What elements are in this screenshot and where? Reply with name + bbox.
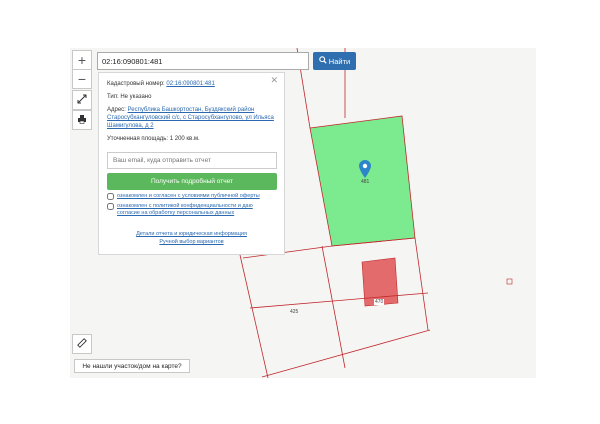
privacy-consent-label[interactable]: ознакомлен с политикой конфиденциальност… (117, 203, 276, 217)
email-field[interactable] (107, 152, 277, 169)
parcel-info-popup: ✕ Кадастровый номер: 02:16:090801:481 Ти… (98, 72, 285, 255)
area-label: Уточненная площадь: (107, 136, 169, 142)
area-value: 1 200 кв.м. (169, 136, 200, 142)
type-row: Тип: Не указано (107, 93, 276, 101)
cadastral-link[interactable]: 02:16:090801:481 (166, 81, 214, 87)
small-parcel[interactable] (506, 278, 513, 285)
privacy-checkbox[interactable] (107, 203, 114, 210)
location-pin-icon[interactable] (359, 160, 371, 183)
search-button[interactable]: Найти (313, 52, 356, 70)
search-icon (319, 56, 327, 66)
printer-icon (77, 114, 87, 127)
cadastral-row: Кадастровый номер: 02:16:090801:481 (107, 80, 276, 88)
type-label: Тип: (107, 94, 119, 100)
address-label: Адрес: (107, 107, 126, 113)
search-button-label: Найти (328, 56, 351, 66)
offer-checkbox[interactable] (107, 193, 114, 200)
manual-choice-link[interactable]: Ручной выбор вариантов (159, 239, 223, 245)
address-row: Адрес: Республика Башкортостан, Буздякск… (107, 106, 276, 130)
ruler-icon (77, 337, 87, 351)
privacy-consent[interactable]: ознакомлен с политикой конфиденциальност… (107, 203, 276, 217)
report-details-link[interactable]: Детали отчета и юридическая информация (136, 231, 247, 237)
ruler-button[interactable] (72, 334, 92, 354)
close-icon[interactable]: ✕ (270, 76, 278, 85)
type-value: Не указано (120, 94, 152, 100)
zoom-out-button[interactable]: − (72, 69, 92, 89)
address-link[interactable]: Республика Башкортостан, Буздякский райо… (107, 107, 274, 129)
zoom-in-button[interactable]: + (72, 50, 92, 70)
offer-consent[interactable]: ознакомлен и согласен с условиями публич… (107, 193, 276, 200)
area-row: Уточненная площадь: 1 200 кв.м. (107, 135, 276, 143)
expand-icon (77, 94, 87, 107)
cadastral-label: Кадастровый номер: (107, 81, 165, 87)
cadastral-search-input[interactable] (97, 52, 309, 70)
popup-footer-links: Детали отчета и юридическая информация Р… (107, 230, 276, 246)
parcel-number-425: 425 (290, 309, 299, 315)
print-button[interactable] (72, 110, 92, 130)
get-report-button[interactable]: Получить подробный отчет (107, 173, 277, 190)
offer-consent-label[interactable]: ознакомлен и согласен с условиями публич… (117, 193, 260, 200)
not-found-button[interactable]: Не нашли участок/дом на карте? (74, 359, 190, 373)
fullscreen-button[interactable] (72, 90, 92, 110)
parcel-number-470: 470 (374, 299, 385, 305)
